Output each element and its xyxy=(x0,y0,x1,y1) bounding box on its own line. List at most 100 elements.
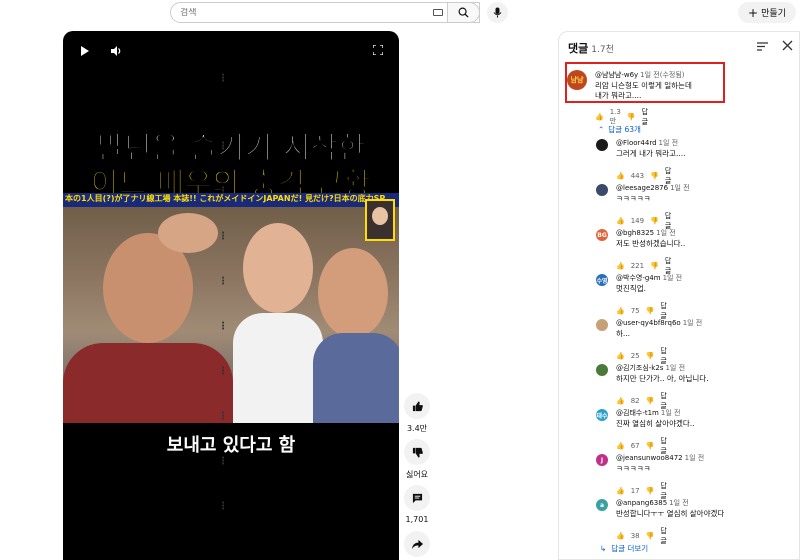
comment-author[interactable]: @leesage2876 xyxy=(616,184,668,192)
dislike-comment-icon[interactable]: 👎 xyxy=(646,487,655,495)
more-actions-icon[interactable]: ⋮ xyxy=(218,232,228,242)
like-comment-icon[interactable]: 👍 xyxy=(616,352,625,360)
dislike-comment-icon[interactable]: 👎 xyxy=(646,352,655,360)
comment-time[interactable]: 1일 전 xyxy=(663,274,683,282)
dislike-comment-icon[interactable]: 👎 xyxy=(650,217,659,225)
dislike-action[interactable]: 싫어요 xyxy=(402,439,432,480)
comment-time[interactable]: 1일 전 xyxy=(670,184,690,192)
dislike-button[interactable] xyxy=(404,439,430,465)
reply-author-line: @user-qy4bf8rq6o 1일 전 xyxy=(616,318,702,328)
more-replies-button[interactable]: ↳ 답글 더보기 xyxy=(600,543,648,554)
dislike-comment-icon[interactable]: 👎 xyxy=(650,262,659,270)
reply-author-line: @bgh8325 1일 전 xyxy=(616,228,676,238)
like-comment-icon[interactable]: 👍 xyxy=(616,442,625,450)
reply-avatar[interactable]: BG xyxy=(596,229,608,241)
comment-time[interactable]: 1일 전 xyxy=(661,409,681,417)
more-actions-icon[interactable]: ⋮ xyxy=(218,322,228,332)
comments-count: 1.7천 xyxy=(591,45,614,55)
comment-author[interactable]: @Floor44rd xyxy=(616,139,657,147)
woman-face xyxy=(318,248,388,338)
comment-time[interactable]: 1일 전 xyxy=(685,454,705,462)
comment-author[interactable]: @bgh8325 xyxy=(616,229,654,237)
share-action[interactable]: 공유 xyxy=(402,531,432,560)
dislike-label: 싫어요 xyxy=(405,470,429,479)
reply-author-line: @leesage2876 1일 전 xyxy=(616,183,690,193)
create-button[interactable]: + 만들기 xyxy=(738,2,796,23)
keyboard-icon[interactable] xyxy=(433,9,443,16)
comment-author[interactable]: @anpang6385 xyxy=(616,499,667,507)
more-actions-icon[interactable]: ⋮ xyxy=(218,367,228,377)
reply-avatar[interactable]: 수영 xyxy=(596,274,608,286)
avatar-text: BG xyxy=(597,231,607,239)
woman-dress xyxy=(313,333,399,423)
more-actions-icon[interactable]: ⋮ xyxy=(218,457,228,467)
like-comment-icon[interactable]: 👍 xyxy=(616,217,625,225)
like-comment-icon[interactable]: 👍 xyxy=(616,397,625,405)
video-player[interactable]: 말년을 즐기기 시작한 어느 배우의 충격 근황 本の1人目(?)が了ナリ線工場… xyxy=(63,31,399,560)
like-comment-icon[interactable]: 👍 xyxy=(616,307,625,315)
play-icon[interactable] xyxy=(80,46,89,56)
plus-icon: + xyxy=(748,5,759,20)
like-comment-icon[interactable]: 👍 xyxy=(595,113,604,121)
comment-time[interactable]: 1일 전 xyxy=(656,229,676,237)
dislike-comment-icon[interactable]: 👎 xyxy=(646,532,655,540)
more-actions-icon[interactable]: ⋮ xyxy=(218,187,228,197)
replies-toggle-button[interactable]: ⌃ 답글 63개 xyxy=(598,124,641,135)
close-icon[interactable] xyxy=(782,40,793,51)
chevron-up-icon: ⌃ xyxy=(598,125,605,134)
reply-avatar[interactable]: a xyxy=(596,499,608,511)
comment-time[interactable]: 1일 전 xyxy=(669,499,689,507)
like-comment-icon[interactable]: 👍 xyxy=(616,487,625,495)
dislike-comment-icon[interactable]: 👎 xyxy=(650,172,659,180)
search-button[interactable] xyxy=(447,2,480,23)
like-button[interactable] xyxy=(404,393,430,419)
reply-avatar[interactable] xyxy=(596,184,608,196)
like-action[interactable]: 3.4만 xyxy=(402,393,432,434)
search-box[interactable] xyxy=(170,2,480,23)
reply-avatar[interactable] xyxy=(596,364,608,376)
fullscreen-icon[interactable] xyxy=(373,45,383,55)
more-actions-icon[interactable]: ⋮ xyxy=(218,412,228,422)
sort-icon[interactable] xyxy=(757,42,768,51)
more-actions-icon[interactable]: ⋮ xyxy=(218,502,228,512)
share-button[interactable] xyxy=(404,531,430,557)
boy-face xyxy=(243,223,313,313)
reply-avatar[interactable]: J xyxy=(596,454,608,466)
comment-time[interactable]: 1일 전 xyxy=(659,139,679,147)
comment-action[interactable]: 1,701 xyxy=(402,485,432,524)
like-comment-icon[interactable]: 👍 xyxy=(616,172,625,180)
more-actions-icon[interactable]: ⋮ xyxy=(218,277,228,287)
dislike-comment-icon[interactable]: 👎 xyxy=(646,307,655,315)
more-actions-icon[interactable]: ⋮ xyxy=(218,74,228,84)
reply-text: 멋진직업. xyxy=(616,284,646,293)
volume-icon[interactable] xyxy=(111,46,122,56)
avatar-text: J xyxy=(600,456,604,464)
dislike-comment-icon[interactable]: 👎 xyxy=(646,442,655,450)
dislike-comment-icon[interactable]: 👎 xyxy=(627,113,636,121)
reply-avatar[interactable] xyxy=(596,139,608,151)
dislike-comment-icon[interactable]: 👎 xyxy=(646,397,655,405)
reply-text: 진짜 열심히 살아야겠다.. xyxy=(616,419,695,428)
comment-button[interactable] xyxy=(404,485,430,511)
reply-avatar[interactable]: 태수 xyxy=(596,409,608,421)
like-comment-icon[interactable]: 👍 xyxy=(616,532,625,540)
like-comment-icon[interactable]: 👍 xyxy=(616,262,625,270)
comment-author[interactable]: @박수영-g4m xyxy=(616,274,661,282)
voice-search-button[interactable] xyxy=(487,2,508,23)
comment-count: 1,701 xyxy=(405,515,429,524)
avatar-text: a xyxy=(599,501,605,509)
reply-button[interactable]: 답글 xyxy=(642,107,648,127)
comment-time[interactable]: 1일 전 xyxy=(665,364,685,372)
reply-author-line: @anpang6385 1일 전 xyxy=(616,498,689,508)
comment-author[interactable]: @user-qy4bf8rq6o xyxy=(616,319,681,327)
video-subtitle: 보내고 있다고 함 xyxy=(166,435,296,456)
reply-button[interactable]: 답글 xyxy=(660,526,666,546)
comment-author[interactable]: @jeansunwoo8472 xyxy=(616,454,683,462)
comment-author[interactable]: @김태수-t1m xyxy=(616,409,659,417)
more-actions-icon[interactable]: ⋮ xyxy=(218,142,228,152)
reply-text: 반성합니다ㅜㅜ 열심히 살아야겠다 xyxy=(616,509,725,518)
comment-author[interactable]: @김기조심-k2s xyxy=(616,364,663,372)
search-input[interactable] xyxy=(180,7,420,18)
comment-time[interactable]: 1일 전 xyxy=(683,319,703,327)
reply-avatar[interactable] xyxy=(596,319,608,331)
